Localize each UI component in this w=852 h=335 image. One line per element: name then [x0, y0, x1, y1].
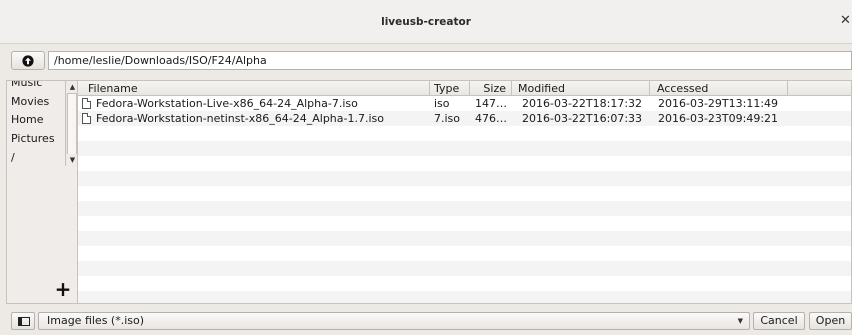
places-item-pictures[interactable]: Pictures [11, 132, 55, 145]
empty-row [78, 231, 851, 246]
places-scrollbar[interactable]: ▲ ▼ [65, 81, 77, 166]
column-size[interactable]: Size [470, 81, 512, 96]
title-bar: liveusb-creator ✕ [0, 0, 852, 44]
chevron-down-icon: ▼ [737, 317, 743, 325]
places-item-home[interactable]: Home [11, 113, 43, 126]
places-sidebar: Music Movies Home Pictures / ▲ ▼ + [6, 80, 78, 304]
places-scrollbar-thumb[interactable] [67, 93, 77, 155]
file-icon [82, 98, 91, 109]
empty-row [78, 156, 851, 171]
file-list: Filename Type Size Modified Accessed Fed… [78, 80, 852, 304]
cancel-button[interactable]: Cancel [753, 312, 805, 330]
file-list-header: Filename Type Size Modified Accessed [78, 81, 851, 96]
open-button[interactable]: Open [809, 312, 852, 330]
file-type: iso [434, 97, 450, 110]
add-place-button[interactable]: + [53, 279, 73, 299]
file-modified: 2016-03-22T16:07:33 [522, 112, 643, 125]
scroll-down-arrow-icon[interactable]: ▼ [66, 154, 77, 166]
file-accessed: 2016-03-23T09:49:21 [658, 112, 779, 125]
table-row[interactable]: Fedora-Workstation-netinst-x86_64-24_Alp… [78, 111, 851, 126]
empty-row [78, 186, 851, 201]
table-row[interactable]: Fedora-Workstation-Live-x86_64-24_Alpha-… [78, 96, 851, 111]
file-type: 7.iso [434, 112, 461, 125]
close-icon[interactable]: ✕ [840, 13, 852, 29]
location-path-field[interactable]: /home/leslie/Downloads/ISO/F24/Alpha [48, 51, 852, 70]
file-size: 147… [475, 97, 507, 110]
empty-row [78, 276, 851, 291]
file-accessed: 2016-03-29T13:11:49 [658, 97, 779, 110]
column-filename[interactable]: Filename [78, 81, 430, 96]
file-type-filter[interactable]: Image files (*.iso) ▼ [38, 312, 750, 330]
column-modified[interactable]: Modified [512, 81, 650, 96]
places-item-music[interactable]: Music [11, 81, 42, 89]
column-type[interactable]: Type [430, 81, 470, 96]
empty-row [78, 291, 851, 303]
places-item-movies[interactable]: Movies [11, 95, 49, 108]
toggle-sidebar-button[interactable] [11, 312, 35, 330]
window-title: liveusb-creator [381, 16, 471, 28]
file-size: 476… [475, 112, 507, 125]
empty-row [78, 171, 851, 186]
scroll-up-arrow-icon[interactable]: ▲ [66, 81, 77, 93]
empty-row [78, 261, 851, 276]
sidebar-icon [18, 317, 30, 326]
empty-row [78, 216, 851, 231]
file-modified: 2016-03-22T18:17:32 [522, 97, 643, 110]
places-item-root[interactable]: / [11, 151, 15, 164]
parent-folder-button[interactable] [11, 51, 45, 70]
file-name: Fedora-Workstation-Live-x86_64-24_Alpha-… [96, 97, 358, 110]
empty-row [78, 126, 851, 141]
file-icon [82, 113, 91, 124]
empty-row [78, 201, 851, 216]
file-name: Fedora-Workstation-netinst-x86_64-24_Alp… [96, 112, 384, 125]
empty-row [78, 246, 851, 261]
file-type-filter-value: Image files (*.iso) [47, 314, 145, 327]
column-accessed[interactable]: Accessed [650, 81, 788, 96]
up-arrow-icon [22, 54, 34, 67]
empty-row [78, 141, 851, 156]
